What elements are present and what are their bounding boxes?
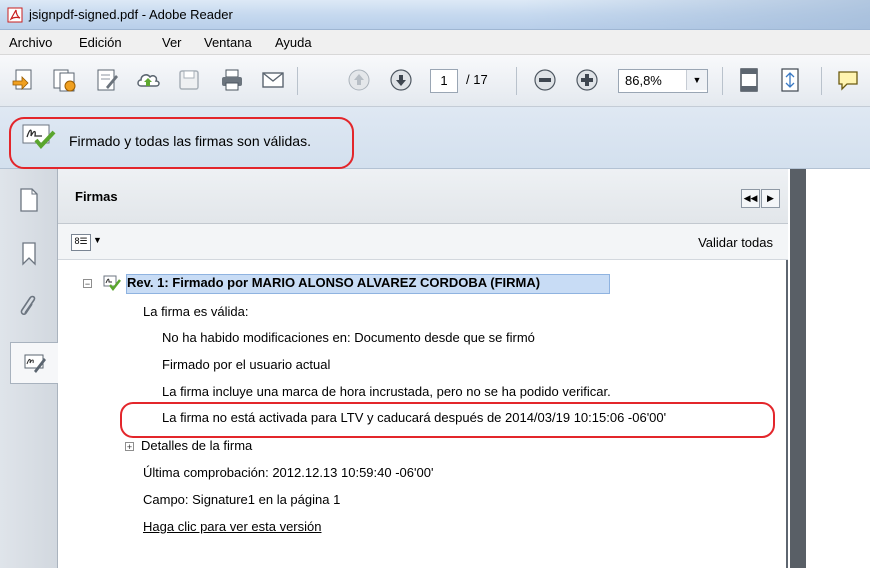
signature-pen-icon [24, 354, 46, 373]
envelope-icon [262, 72, 284, 88]
save-icon [179, 70, 199, 90]
plus-circle-icon [576, 69, 598, 91]
save-button[interactable] [174, 65, 204, 95]
combine-files-icon [53, 69, 76, 92]
signature-valid-icon-small [103, 275, 121, 292]
fit-page-button[interactable] [734, 65, 764, 95]
next-page-button[interactable] [386, 65, 416, 95]
menu-archivo[interactable]: Archivo [9, 35, 52, 50]
zoom-in-button[interactable] [572, 65, 602, 95]
options-dropdown-icon[interactable]: ▼ [93, 235, 102, 245]
panel-title: Firmas [75, 189, 118, 204]
expand-icon [781, 68, 799, 92]
arrow-down-circle-icon [390, 69, 412, 91]
expand-panel-button[interactable]: ▶ [761, 189, 780, 208]
bookmarks-button[interactable] [8, 234, 50, 274]
signature-details-label[interactable]: Detalles de la firma [141, 438, 252, 453]
detail-signed-by-current-user: Firmado por el usuario actual [162, 357, 331, 372]
create-pdf-icon [12, 69, 32, 90]
pdf-file-icon [7, 7, 23, 23]
fit-page-icon [740, 68, 758, 92]
page-total: / 17 [466, 72, 488, 87]
menu-ayuda[interactable]: Ayuda [275, 35, 312, 50]
collapse-signature-toggle[interactable]: − [83, 279, 92, 289]
print-button[interactable] [217, 65, 247, 95]
signatures-button[interactable] [10, 342, 59, 384]
minus-circle-icon [534, 69, 556, 91]
page-thumbnails-button[interactable] [8, 180, 50, 220]
zoom-select[interactable]: 86,8% ▼ [618, 69, 708, 93]
full-screen-button[interactable] [775, 65, 805, 95]
paperclip-icon [20, 295, 36, 316]
comment-button[interactable] [833, 65, 863, 95]
view-version-link[interactable]: Haga clic para ver esta versión [143, 519, 321, 534]
attachments-button[interactable] [8, 286, 50, 326]
email-button[interactable] [258, 65, 288, 95]
ltv-highlight-circle [120, 402, 775, 438]
collapse-panel-button[interactable]: ◀◀ [741, 189, 760, 208]
toolbar: 1 / 17 86,8% ▼ [0, 55, 870, 107]
combine-files-button[interactable] [49, 65, 79, 95]
signature-field: Campo: Signature1 en la página 1 [143, 492, 341, 507]
menu-ver[interactable]: Ver [162, 35, 182, 50]
upload-cloud-button[interactable] [133, 65, 163, 95]
page-number-input[interactable]: 1 [430, 69, 458, 93]
last-checked: Última comprobación: 2012.12.13 10:59:40… [143, 465, 434, 480]
zoom-value: 86,8% [625, 73, 662, 88]
menu-edicion[interactable]: Edición [79, 35, 122, 50]
previous-page-button[interactable] [344, 65, 374, 95]
arrow-up-circle-icon [348, 69, 370, 91]
signatures-options-bar: 8☰ ▼ Validar todas [58, 224, 788, 260]
bookmark-icon [22, 242, 36, 266]
comment-bubble-icon [838, 71, 858, 91]
options-menu-icon[interactable]: 8☰ [71, 234, 91, 251]
title-bar: jsignpdf-signed.pdf - Adobe Reader [0, 0, 870, 30]
page-thumbnails-icon [20, 188, 38, 212]
detail-timestamp: La firma incluye una marca de hora incru… [162, 384, 611, 399]
document-page[interactable] [806, 169, 870, 568]
zoom-out-button[interactable] [530, 65, 560, 95]
detail-no-modifications: No ha habido modificaciones en: Document… [162, 330, 535, 345]
cloud-upload-icon [137, 74, 160, 87]
expand-details-toggle[interactable]: + [125, 442, 134, 452]
edit-button[interactable] [92, 65, 122, 95]
validate-all-button[interactable]: Validar todas [698, 235, 773, 250]
navigation-pane [0, 169, 59, 568]
edit-document-icon [97, 69, 118, 91]
highlight-circle [9, 117, 354, 169]
chevron-down-icon[interactable]: ▼ [686, 70, 707, 90]
menu-bar: Archivo Edición Ver Ventana Ayuda [0, 30, 870, 55]
signature-status-bar: Firmado y todas las firmas son válidas. [0, 107, 870, 169]
document-viewer[interactable] [790, 169, 870, 568]
signature-valid-label: La firma es válida: [143, 304, 249, 319]
printer-icon [222, 69, 242, 91]
signature-heading[interactable]: Rev. 1: Firmado por MARIO ALONSO ALVAREZ… [127, 275, 540, 290]
menu-ventana[interactable]: Ventana [204, 35, 252, 50]
create-pdf-button[interactable] [8, 65, 38, 95]
signatures-panel-header: Firmas ◀◀ ▶ [58, 169, 788, 224]
window-title: jsignpdf-signed.pdf - Adobe Reader [29, 7, 233, 22]
